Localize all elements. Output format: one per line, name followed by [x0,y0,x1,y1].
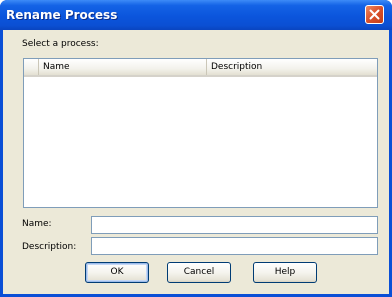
title-bar[interactable]: Rename Process [0,0,392,30]
process-list-header: Name Description [24,59,377,77]
name-label: Name: [22,219,52,229]
name-input[interactable] [91,216,378,234]
close-icon [369,9,380,20]
ok-button[interactable]: OK [85,262,149,283]
window-title: Rename Process [6,8,118,22]
column-header-name[interactable]: Name [39,59,207,75]
close-button[interactable] [365,5,384,24]
rename-process-dialog: Rename Process Select a process: Name De… [0,0,392,297]
column-header-description[interactable]: Description [207,59,377,75]
process-list[interactable]: Name Description [23,58,378,208]
select-process-label: Select a process: [22,39,99,49]
cancel-button[interactable]: Cancel [167,262,231,283]
dialog-body: Select a process: Name Description Name:… [3,30,389,294]
column-header-select[interactable] [24,59,39,75]
help-button[interactable]: Help [253,262,317,283]
description-input[interactable] [91,237,378,255]
description-label: Description: [22,242,77,252]
